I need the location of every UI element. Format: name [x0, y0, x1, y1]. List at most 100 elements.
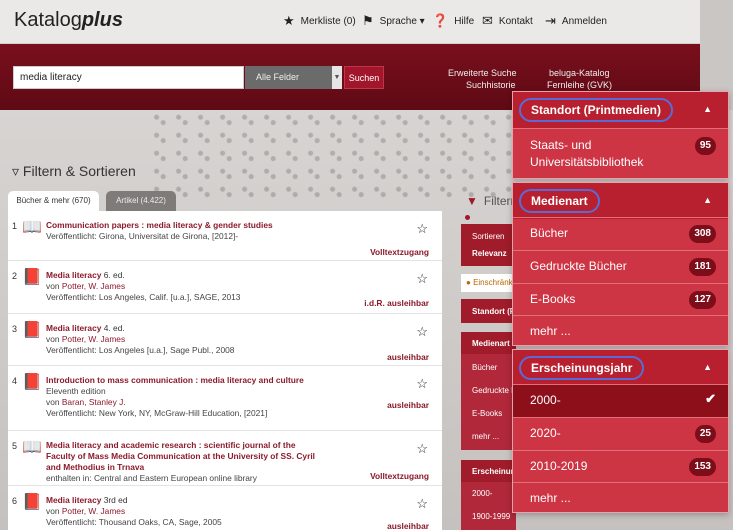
- result-author: von Baran, Stanley J.: [46, 397, 126, 407]
- language-dropdown[interactable]: ⚑ Sprache ▾: [362, 13, 425, 29]
- year-facet-header[interactable]: Erscheinungsjahr: [461, 460, 516, 482]
- facet-item[interactable]: 1900-1999: [472, 512, 510, 521]
- facet-item[interactable]: Bücher 308: [513, 217, 728, 250]
- facet-header[interactable]: Erscheinungsjahr ▲: [513, 350, 728, 386]
- availability-link[interactable]: ausleihbar: [387, 352, 429, 362]
- facet-more-link[interactable]: mehr ...: [472, 432, 499, 441]
- result-number: 4: [12, 376, 18, 386]
- result-author: von Potter, W. James: [46, 334, 126, 344]
- star-outline-icon[interactable]: ☆: [416, 271, 428, 287]
- facet-more-link[interactable]: mehr ...: [513, 315, 728, 348]
- search-history-link[interactable]: Suchhistorie: [466, 80, 516, 90]
- facet-title: Medienart: [519, 189, 600, 213]
- year-facet-list: 2000- 1900-1999: [461, 482, 516, 530]
- author-link[interactable]: Baran, Stanley J.: [62, 397, 126, 407]
- star-outline-icon[interactable]: ☆: [416, 221, 428, 237]
- facet-item[interactable]: E-Books: [472, 409, 502, 418]
- result-title[interactable]: Media literacy 6. ed.: [46, 270, 316, 281]
- result-number: 3: [12, 324, 18, 334]
- indicator-dot: [465, 215, 470, 220]
- availability-link[interactable]: ausleihbar: [387, 400, 429, 410]
- logo[interactable]: Katalogplus: [14, 9, 123, 32]
- book-icon: 📕: [22, 374, 42, 391]
- result-published: Veröffentlicht: Los Angeles, Calif. [u.a…: [46, 292, 241, 302]
- author-link[interactable]: Potter, W. James: [62, 334, 125, 344]
- sort-box[interactable]: Sortieren Relevanz: [461, 224, 516, 266]
- result-title[interactable]: Introduction to mass communication : med…: [46, 375, 316, 386]
- result-author: von Potter, W. James: [46, 506, 126, 516]
- ebook-icon: 📖: [22, 439, 42, 456]
- availability-link[interactable]: Volltextzugang: [370, 247, 429, 257]
- login-link[interactable]: ⇥ Anmelden: [545, 13, 607, 29]
- background-engraving: [150, 110, 530, 200]
- tab-articles[interactable]: Artikel (4.422): [106, 191, 176, 211]
- book-icon: 📕: [22, 269, 42, 286]
- standort-facet-collapsed[interactable]: Standort (Printmedien): [461, 299, 516, 323]
- count-badge: 308: [689, 225, 716, 243]
- star-outline-icon[interactable]: ☆: [416, 496, 428, 512]
- availability-link[interactable]: Volltextzugang: [370, 471, 429, 481]
- filter-sort-heading[interactable]: ▿ Filtern & Sortieren: [12, 163, 136, 180]
- help-link[interactable]: ❓ Hilfe: [432, 13, 474, 29]
- star-outline-icon[interactable]: ☆: [416, 324, 428, 340]
- medienart-facet-header[interactable]: Medienart: [461, 332, 516, 354]
- filter-sidebar-title: ▼ Filtern: [466, 194, 518, 208]
- facet-item[interactable]: 2000-: [472, 489, 492, 498]
- facet-item[interactable]: Staats- und Universitätsbibliothek 95: [513, 128, 728, 180]
- facet-item[interactable]: E-Books 127: [513, 283, 728, 316]
- facet-item[interactable]: Gedruckte Bücher 181: [513, 250, 728, 283]
- top-navigation-bar: Katalogplus ★ Merkliste (0) ⚑ Sprache ▾ ❓ H…: [0, 0, 700, 44]
- star-outline-icon[interactable]: ☆: [416, 376, 428, 392]
- availability-link[interactable]: i.d.R. ausleihbar: [364, 298, 429, 308]
- count-badge: 95: [694, 137, 716, 155]
- year-facet-panel: Erscheinungsjahr ▲ 2000- ✔ 2020- 25 2010…: [512, 349, 729, 513]
- search-button[interactable]: Suchen: [344, 66, 384, 89]
- facet-item[interactable]: Gedruckte Bücher: [472, 386, 516, 395]
- chevron-up-icon: ▲: [703, 195, 712, 205]
- facet-item[interactable]: 2020- 25: [513, 417, 728, 450]
- list-item: 2 📕 Media literacy 6. ed. von Potter, W.…: [8, 261, 442, 314]
- tab-books[interactable]: Bücher & mehr (670): [8, 191, 99, 211]
- result-number: 2: [12, 271, 18, 281]
- author-link[interactable]: Potter, W. James: [62, 281, 125, 291]
- advanced-search-link[interactable]: Erweiterte Suche: [448, 68, 517, 78]
- author-link[interactable]: Potter, W. James: [62, 506, 125, 516]
- facet-header[interactable]: Medienart ▲: [513, 183, 728, 219]
- star-outline-icon[interactable]: ☆: [416, 441, 428, 457]
- facet-item[interactable]: 2010-2019 153: [513, 450, 728, 483]
- result-title[interactable]: Communication papers : media literacy & …: [46, 220, 316, 231]
- facet-header[interactable]: Standort (Printmedien) ▲: [513, 92, 728, 128]
- restrict-notice[interactable]: ● Einschränken: [461, 274, 516, 292]
- beluga-link[interactable]: beluga-Katalog: [549, 68, 610, 78]
- facet-item[interactable]: Bücher: [472, 363, 497, 372]
- envelope-icon: ✉: [482, 13, 493, 28]
- merkliste-link[interactable]: ★ Merkliste (0): [283, 13, 356, 29]
- contact-link[interactable]: ✉ Kontakt: [482, 13, 533, 29]
- standort-facet-panel: Standort (Printmedien) ▲ Staats- und Uni…: [512, 91, 729, 179]
- list-item: 1 📖 Communication papers : media literac…: [8, 211, 442, 261]
- facet-title: Standort (Printmedien): [519, 98, 674, 122]
- chevron-up-icon: ▲: [703, 362, 712, 372]
- result-published: Veröffentlicht: Thousand Oaks, CA, Sage,…: [46, 517, 222, 527]
- chevron-down-icon: ▼: [332, 66, 342, 89]
- facet-item-selected[interactable]: 2000- ✔: [513, 384, 728, 417]
- search-field-select[interactable]: Alle Felder ▼: [245, 66, 342, 89]
- result-edition: Eleventh edition: [46, 386, 106, 396]
- result-title[interactable]: Media literacy 3rd ed: [46, 495, 316, 506]
- result-title[interactable]: Media literacy 4. ed.: [46, 323, 316, 334]
- result-author: von Potter, W. James: [46, 281, 126, 291]
- flag-icon: ⚑: [362, 13, 374, 28]
- help-icon: ❓: [432, 13, 449, 28]
- book-icon: 📕: [22, 494, 42, 511]
- facet-title: Erscheinungsjahr: [519, 356, 645, 380]
- search-input[interactable]: media literacy: [13, 66, 244, 89]
- availability-link[interactable]: ausleihbar: [387, 521, 429, 530]
- facet-more-link[interactable]: mehr ...: [513, 482, 728, 515]
- info-icon: ●: [466, 278, 474, 287]
- medienart-facet-panel: Medienart ▲ Bücher 308 Gedruckte Bücher …: [512, 182, 729, 346]
- filter-icon: ▿: [12, 163, 23, 179]
- fernleihe-link[interactable]: Fernleihe (GVK): [547, 80, 612, 90]
- result-title[interactable]: Media literacy and academic research : s…: [46, 440, 316, 473]
- result-published: Veröffentlicht: Los Angeles [u.a.], Sage…: [46, 345, 235, 355]
- star-icon: ★: [283, 13, 295, 28]
